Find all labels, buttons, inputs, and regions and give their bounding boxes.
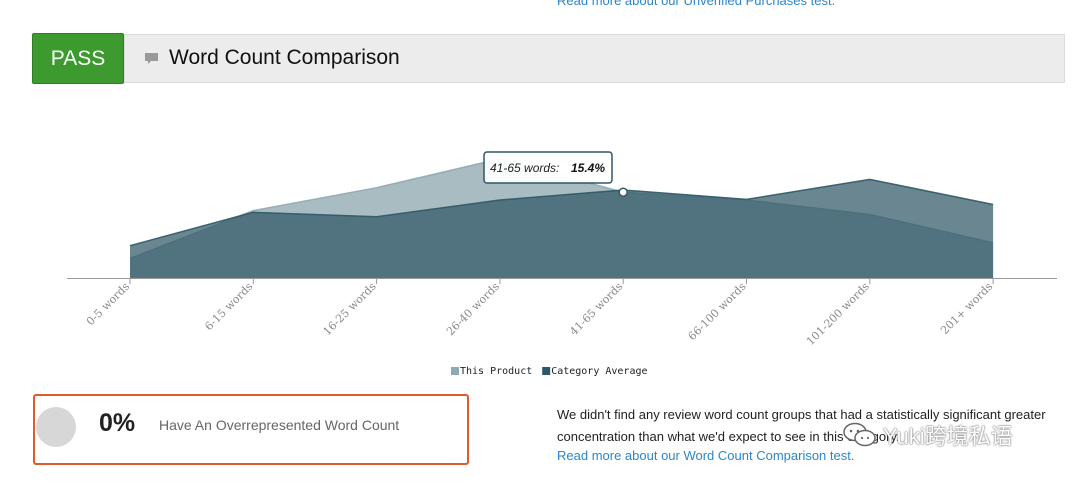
legend-label: Category Average <box>551 366 647 377</box>
stat-label: Have An Overrepresented Word Count <box>159 417 400 433</box>
x-tick-label: 66-100 words <box>686 280 749 343</box>
word-count-area-chart: 0-5 words 6-15 words 16-25 words 26-40 word… <box>67 151 1057 377</box>
wechat-icon <box>843 422 876 447</box>
watermark-text: Yuki跨境私语 <box>883 424 1013 449</box>
x-tick-label: 0-5 words <box>84 280 132 328</box>
word-count-comparison-link[interactable]: Read more about our Word Count Compariso… <box>557 448 854 463</box>
stat-value: 0% <box>99 409 136 437</box>
x-tick-label: 6-15 words <box>202 280 255 333</box>
tooltip-value: 15.4% <box>571 161 605 175</box>
watermark: Yuki跨境私语 <box>843 420 1013 450</box>
tooltip-label: 41-65 words: <box>490 161 559 175</box>
x-tick-label: 41-65 words <box>567 280 625 338</box>
overrepresented-stat-card: 0% Have An Overrepresented Word Count <box>33 394 469 465</box>
x-tick-label: 26-40 words <box>444 280 502 338</box>
x-tick-label: 201+ words <box>938 280 995 337</box>
legend-swatch <box>542 367 551 375</box>
hover-point[interactable] <box>618 187 628 197</box>
legend-swatch <box>451 367 459 375</box>
status-circle <box>36 407 76 447</box>
legend-label: This Product <box>460 366 532 377</box>
x-tick-label: 101-200 words <box>804 280 872 348</box>
x-tick-label: 16-25 words <box>321 280 379 338</box>
